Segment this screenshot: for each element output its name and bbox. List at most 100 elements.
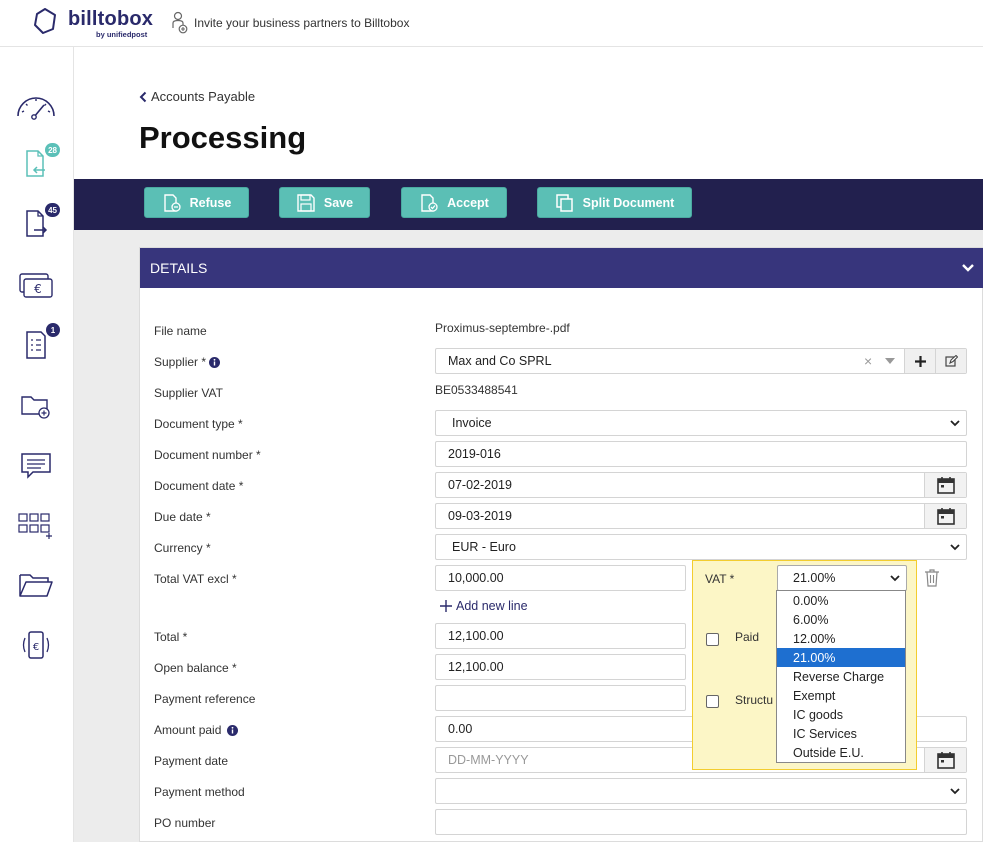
calendar-icon <box>936 477 955 494</box>
structured-checkbox[interactable] <box>706 695 719 708</box>
save-floppy-icon <box>297 193 315 212</box>
payment-method-select[interactable] <box>435 778 967 804</box>
currency-select[interactable]: EUR - Euro <box>435 534 967 560</box>
top-bar: billtobox by unifiedpost Invite your bus… <box>0 0 983 47</box>
vat-option[interactable]: 6.00% <box>777 610 905 629</box>
svg-text:€: € <box>33 642 39 653</box>
total-value: 12,100.00 <box>448 629 504 643</box>
messages-icon <box>21 453 51 479</box>
vat-option[interactable]: 12.00% <box>777 629 905 648</box>
payment-reference-label: Payment reference <box>154 692 256 706</box>
chevron-down-icon[interactable] <box>961 261 975 275</box>
document-number-label: Document number * <box>154 448 261 462</box>
brand-subtitle: by unifiedpost <box>96 30 148 39</box>
sidebar-item-outgoing[interactable]: 45 <box>14 203 60 245</box>
vat-option[interactable]: Reverse Charge <box>777 667 905 686</box>
vat-option[interactable]: IC Services <box>777 724 905 743</box>
chevron-down-icon <box>950 420 960 427</box>
vat-label: VAT * <box>705 572 735 586</box>
vat-selected-value: 21.00% <box>793 571 836 585</box>
edit-icon <box>944 355 958 367</box>
svg-text:€: € <box>34 282 42 296</box>
due-date-picker-button[interactable] <box>924 504 966 528</box>
total-vat-excl-input[interactable]: 10,000.00 <box>435 565 686 591</box>
vat-options-list: 0.00% 6.00% 12.00% 21.00% Reverse Charge… <box>776 590 906 763</box>
add-new-line-link[interactable]: Add new line <box>440 599 528 613</box>
sidebar-item-payments[interactable]: € <box>14 265 58 305</box>
amount-paid-value: 0.00 <box>448 722 473 736</box>
sidebar: 28 45 € 1 € <box>0 47 74 842</box>
open-balance-label: Open balance * <box>154 661 237 675</box>
add-folder-icon <box>21 396 50 419</box>
total-vat-excl-value: 10,000.00 <box>448 571 504 585</box>
clear-icon[interactable]: × <box>864 353 872 369</box>
billtobox-logo-icon[interactable] <box>33 8 57 34</box>
plus-icon <box>914 355 926 367</box>
sidebar-item-tasks[interactable]: 1 <box>14 323 60 365</box>
trash-icon[interactable] <box>924 569 940 587</box>
sidebar-item-folder[interactable] <box>14 565 58 605</box>
plus-icon <box>440 600 452 612</box>
details-panel-header[interactable]: DETAILS <box>140 248 983 288</box>
breadcrumb-back-link[interactable]: Accounts Payable <box>139 89 255 104</box>
split-document-button[interactable]: Split Document <box>537 187 692 218</box>
currency-value: EUR - Euro <box>452 540 516 554</box>
due-date-input[interactable]: 09-03-2019 <box>435 503 967 529</box>
document-number-input[interactable]: 2019-016 <box>435 441 967 467</box>
sidebar-item-messages[interactable] <box>14 445 58 485</box>
sidebar-item-incoming[interactable]: 28 <box>14 143 60 185</box>
chevron-down-icon <box>950 544 960 551</box>
details-title: DETAILS <box>150 260 208 276</box>
amount-paid-label: Amount paid <box>154 723 239 737</box>
edit-supplier-button[interactable] <box>935 349 966 373</box>
due-date-label: Due date * <box>154 510 211 524</box>
supplier-actions <box>904 349 966 373</box>
vat-option[interactable]: Outside E.U. <box>777 743 905 762</box>
vat-option[interactable]: 0.00% <box>777 591 905 610</box>
accept-button[interactable]: Accept <box>401 187 507 218</box>
chevron-down-icon <box>890 575 900 582</box>
total-input[interactable]: 12,100.00 <box>435 623 686 649</box>
vat-option[interactable]: IC goods <box>777 705 905 724</box>
sidebar-item-apps[interactable] <box>14 505 58 545</box>
document-date-input[interactable]: 07-02-2019 <box>435 472 967 498</box>
file-name-value: Proximus-septembre-.pdf <box>435 321 570 335</box>
document-type-label: Document type * <box>154 417 243 431</box>
supplier-label-text: Supplier * <box>154 355 207 369</box>
apps-grid-icon <box>18 513 52 539</box>
paid-label: Paid <box>735 630 760 644</box>
currency-label: Currency * <box>154 541 211 555</box>
brand-name[interactable]: billtobox <box>68 8 153 31</box>
payment-date-picker-button[interactable] <box>924 748 966 772</box>
vat-option[interactable]: Exempt <box>777 686 905 705</box>
document-date-picker-button[interactable] <box>924 473 966 497</box>
info-icon[interactable] <box>209 356 221 368</box>
caret-down-icon[interactable] <box>885 358 895 364</box>
supplier-vat-label: Supplier VAT <box>154 386 223 400</box>
supplier-select[interactable]: Max and Co SPRL × <box>435 348 967 374</box>
vat-option-selected[interactable]: 21.00% <box>777 648 905 667</box>
sidebar-item-mobile-pay[interactable]: € <box>14 625 58 665</box>
payment-reference-input[interactable] <box>435 685 686 711</box>
paid-checkbox[interactable] <box>706 633 719 646</box>
po-number-input[interactable] <box>435 809 967 835</box>
refuse-label: Refuse <box>189 195 232 210</box>
payment-method-label: Payment method <box>154 785 245 799</box>
sidebar-item-dashboard[interactable] <box>14 85 58 125</box>
refuse-button[interactable]: Refuse <box>144 187 249 218</box>
add-supplier-button[interactable] <box>904 349 935 373</box>
breadcrumb-label: Accounts Payable <box>151 89 256 104</box>
document-type-select[interactable]: Invoice <box>435 410 967 436</box>
invite-partners-link[interactable]: Invite your business partners to Billtob… <box>172 10 409 36</box>
structured-label: Structu <box>735 693 774 707</box>
payment-date-label: Payment date <box>154 754 229 768</box>
mobile-payment-icon: € <box>22 631 50 659</box>
supplier-vat-value: BE0533488541 <box>435 383 518 397</box>
save-button[interactable]: Save <box>279 187 370 218</box>
vat-rate-select[interactable]: 21.00% <box>777 565 907 591</box>
sidebar-item-add-folder[interactable] <box>14 385 58 425</box>
supplier-value: Max and Co SPRL <box>448 354 552 368</box>
due-date-value: 09-03-2019 <box>448 509 512 523</box>
info-icon[interactable] <box>227 724 239 736</box>
open-balance-input[interactable]: 12,100.00 <box>435 654 686 680</box>
